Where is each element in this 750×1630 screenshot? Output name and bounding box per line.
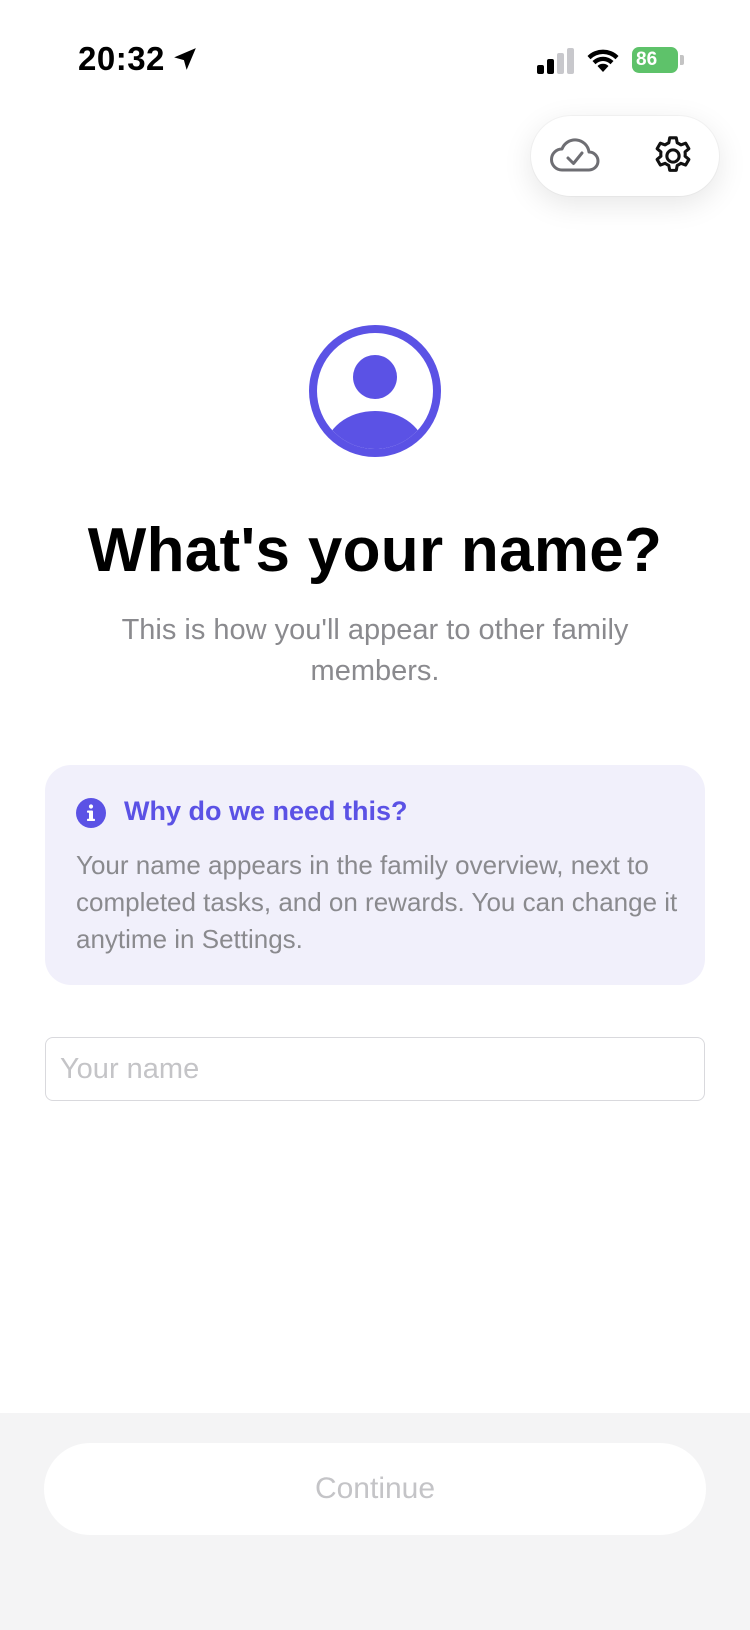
- page-title: What's your name?: [87, 516, 663, 585]
- info-body: Your name appears in the family overview…: [76, 850, 678, 954]
- battery-level: 86: [632, 47, 678, 73]
- status-bar: 20:32 86: [0, 0, 750, 120]
- location-arrow-icon: [174, 48, 196, 70]
- status-time: 20:32: [78, 40, 165, 77]
- cloud-check-icon: [550, 138, 600, 172]
- battery-tip: [680, 55, 684, 65]
- continue-button[interactable]: Continue: [44, 1443, 706, 1535]
- top-actions-pill: [531, 116, 719, 196]
- info-card: Why do we need this? Your name appears i…: [45, 765, 705, 985]
- cellular-signal-icon: [537, 48, 574, 74]
- bottom-action-area: Continue: [0, 1413, 750, 1630]
- info-icon: [76, 798, 106, 828]
- name-onboarding-screen: 20:32 86 What's your name? This is how y…: [0, 0, 750, 1630]
- page-subtitle: This is how you'll appear to other famil…: [121, 614, 629, 687]
- settings-button[interactable]: [643, 130, 703, 182]
- wifi-icon: [587, 49, 619, 72]
- person-circle-icon: [309, 325, 441, 457]
- name-input[interactable]: [45, 1037, 705, 1101]
- gear-icon: [655, 136, 691, 172]
- info-heading: Why do we need this?: [124, 796, 408, 826]
- cloud-sync-button[interactable]: [545, 130, 605, 182]
- battery-indicator: 86: [632, 47, 684, 73]
